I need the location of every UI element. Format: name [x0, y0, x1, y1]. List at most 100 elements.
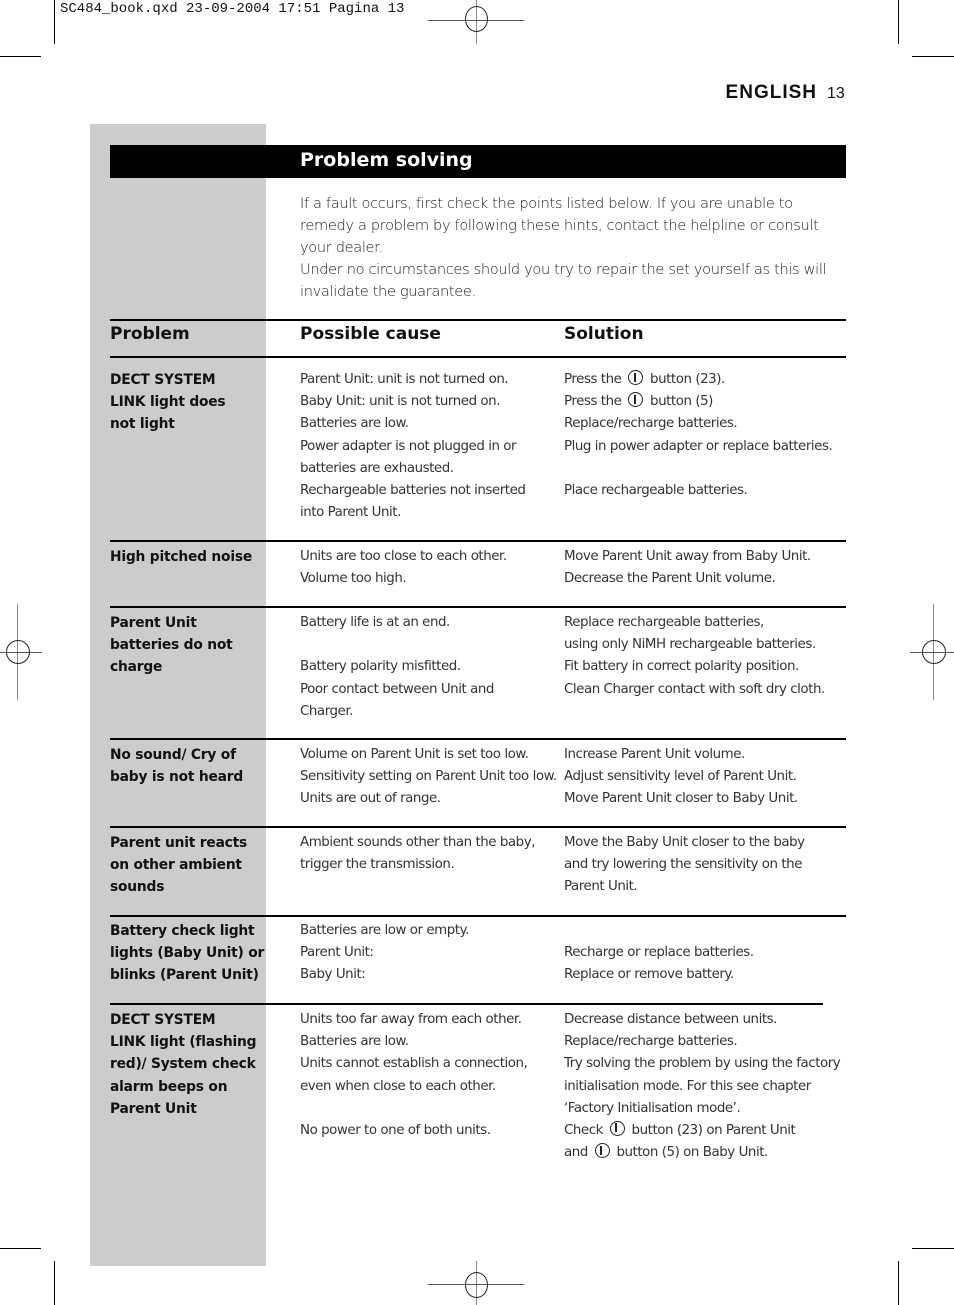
cause-line: Baby Unit: — [300, 967, 366, 983]
intro-text: If a fault occurs, first check the point… — [300, 193, 850, 303]
row-divider — [110, 540, 846, 542]
problem-line: batteries do not — [110, 637, 233, 654]
cause-line: Units are out of range. — [300, 791, 441, 807]
solution-line: Parent Unit. — [564, 879, 638, 895]
problem-line: No sound/ Cry of — [110, 747, 236, 763]
crop-mark — [912, 1248, 954, 1249]
solution-cell: Move the Baby Unit closer to the baby and… — [564, 832, 805, 899]
section-title: Problem solving — [300, 149, 473, 171]
cause-cell: Ambient sounds other than the baby, trigg… — [300, 832, 535, 899]
cause-line: Batteries are low. — [300, 416, 409, 432]
solution-line: and button (5) on Baby Unit. — [564, 1143, 768, 1161]
page-number: 13 — [827, 85, 845, 102]
cause-line: Units are too close to each other. — [300, 549, 507, 564]
solution-cell: Move Parent Unit away from Baby Unit. Dec… — [564, 546, 811, 590]
problem-line: lights (Baby Unit) or — [110, 945, 265, 962]
solution-line: and try lowering the sensitivity on the — [564, 857, 802, 873]
solution-line: Move Parent Unit closer to Baby Unit. — [564, 791, 798, 807]
cause-line — [300, 1098, 527, 1120]
column-header-solution: Solution — [564, 324, 644, 344]
solution-line: Replace/recharge batteries. — [564, 416, 738, 432]
column-header-cause: Possible cause — [300, 324, 441, 344]
cause-cell: Parent Unit: unit is not turned on. Baby … — [300, 369, 526, 524]
cause-line — [300, 1142, 527, 1164]
solution-line — [564, 701, 825, 723]
solution-cell: Increase Parent Unit volume. Adjust sensi… — [564, 744, 798, 811]
cause-line: Units too far away from each other. — [300, 1012, 522, 1027]
problem-cell: High pitched noise — [110, 546, 270, 568]
cause-cell: Batteries are low or empty. Parent Unit: B… — [300, 920, 469, 987]
cause-cell: Volume on Parent Unit is set too low. Sen… — [300, 744, 557, 811]
crop-mark — [898, 1261, 899, 1305]
row-divider — [110, 915, 846, 917]
solution-line: Adjust sensitivity level of Parent Unit. — [564, 769, 797, 785]
solution-line: Decrease the Parent Unit volume. — [564, 571, 776, 587]
solution-line — [564, 458, 832, 480]
solution-line: Recharge or replace batteries. — [564, 945, 754, 961]
problem-line: not light — [110, 416, 175, 433]
cause-line: Sensitivity setting on Parent Unit too l… — [300, 769, 557, 785]
solution-line: initialisation mode. For this see chapte… — [564, 1078, 811, 1094]
solution-line: Plug in power adapter or replace batteri… — [564, 438, 833, 454]
cause-line: batteries are exhausted. — [300, 460, 454, 476]
cause-line: Battery polarity misfitted. — [300, 659, 461, 675]
cause-cell: Battery life is at an end. Battery polari… — [300, 612, 494, 723]
crop-mark — [0, 56, 41, 57]
cause-line: Parent Unit: unit is not turned on. — [300, 372, 509, 387]
solution-line: Increase Parent Unit volume. — [564, 747, 745, 762]
solution-line: Place rechargeable batteries. — [564, 482, 748, 498]
problem-line: Battery check light — [110, 923, 255, 939]
problem-line: DECT SYSTEM — [110, 372, 216, 388]
problem-line: Parent unit reacts — [110, 835, 248, 851]
crop-mark — [0, 1248, 41, 1249]
power-button-icon — [628, 370, 644, 385]
cause-line: Units cannot establish a connection, — [300, 1056, 528, 1072]
section-title-bar — [110, 145, 846, 178]
problem-line: alarm beeps on — [110, 1078, 228, 1095]
cause-cell: Units too far away from each other. Batte… — [300, 1009, 528, 1164]
crop-mark — [54, 0, 55, 44]
cause-line — [300, 876, 535, 898]
table-top-rule — [110, 319, 846, 321]
cause-line: Poor contact between Unit and — [300, 681, 494, 697]
table-header-rule — [110, 356, 846, 358]
cause-line: Rechargeable batteries not inserted — [300, 482, 526, 498]
row-divider — [110, 738, 846, 740]
solution-line: ‘Factory Initialisation mode’. — [564, 1100, 741, 1116]
problem-cell: DECT SYSTEM LINK light (flashing red)/ Sys… — [110, 1009, 270, 1120]
crop-mark — [54, 1261, 55, 1305]
solution-line: Press the button (23). — [564, 370, 725, 387]
problem-cell: Battery check light lights (Baby Unit) or… — [110, 920, 270, 987]
solution-line — [564, 920, 754, 942]
problem-line: baby is not heard — [110, 769, 244, 786]
problem-line: Parent Unit — [110, 1100, 197, 1117]
problem-line: charge — [110, 659, 163, 676]
crop-mark — [912, 56, 954, 57]
cause-line: Batteries are low. — [300, 1034, 409, 1050]
solution-line — [564, 502, 832, 524]
cause-line: Parent Unit: — [300, 945, 374, 961]
solution-line: Decrease distance between units. — [564, 1012, 777, 1027]
solution-line: Press the button (5) — [564, 392, 713, 410]
problem-line: on other ambient — [110, 857, 242, 874]
solution-cell: Press the button (23). Press the button (… — [564, 369, 833, 524]
solution-line: Replace/recharge batteries. — [564, 1034, 738, 1050]
problem-cell: Parent unit reacts on other ambient sounds — [110, 832, 270, 899]
problem-cell: Parent Unit batteries do not charge — [110, 612, 270, 679]
cause-line: Power adapter is not plugged in or — [300, 438, 517, 454]
cause-line: Baby Unit: unit is not turned on. — [300, 394, 501, 410]
solution-line: Fit battery in correct polarity position… — [564, 659, 799, 675]
cause-line — [300, 634, 494, 656]
solution-line: Replace or remove battery. — [564, 967, 734, 983]
problem-line: LINK light does — [110, 394, 226, 411]
cause-line: into Parent Unit. — [300, 505, 401, 521]
power-button-icon — [594, 1143, 610, 1159]
cause-line: Volume too high. — [300, 571, 407, 587]
crop-mark — [898, 0, 899, 44]
solution-line: Move Parent Unit away from Baby Unit. — [564, 549, 811, 564]
solution-line: Check button (23) on Parent Unit — [564, 1120, 796, 1138]
row-divider — [110, 1003, 823, 1005]
solution-cell: Decrease distance between units. Replace/… — [564, 1009, 841, 1164]
problem-line: DECT SYSTEM — [110, 1012, 216, 1028]
problem-line: red)/ System check — [110, 1056, 256, 1073]
